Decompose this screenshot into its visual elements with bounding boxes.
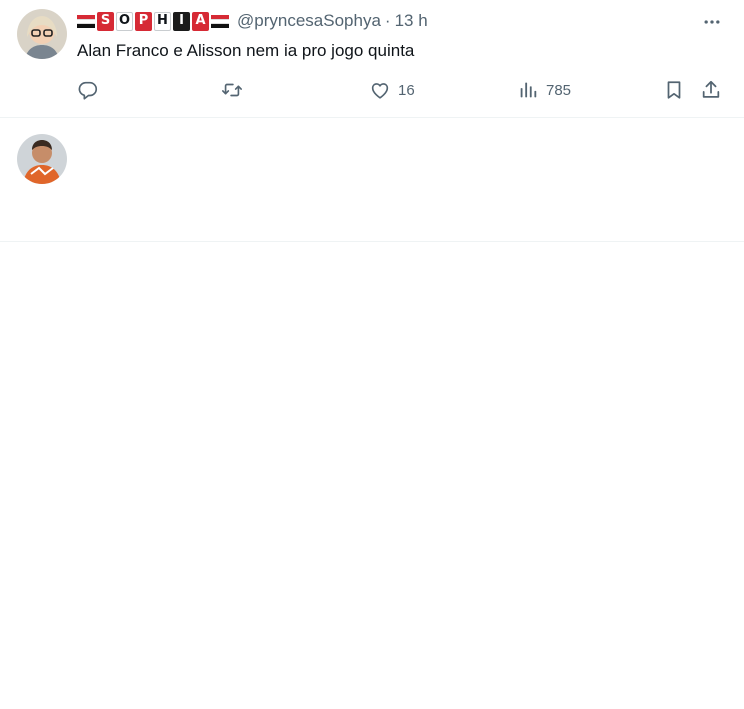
- tweet-header-row: [77, 252, 684, 274]
- views-count: 785: [546, 81, 572, 99]
- like-count: 16: [398, 81, 415, 99]
- reply-feed: S O P H I A @pryncesaSophya · 13 h Alan …: [0, 0, 744, 242]
- badge-letter: P: [135, 11, 152, 31]
- badge-letter: H: [154, 11, 171, 31]
- more-icon[interactable]: [701, 12, 723, 32]
- tweet-text: Alan Franco e Alisson nem ia pro jogo qu…: [77, 41, 415, 60]
- tweet-header: S O P H I A @pryncesaSophya · 13 h: [77, 10, 684, 32]
- separator-dot: ·: [384, 11, 391, 30]
- like-button[interactable]: 16: [369, 77, 415, 103]
- user-handle[interactable]: @pryncesaSophya: [237, 10, 381, 32]
- views-icon: [517, 79, 539, 101]
- flag-icon: [211, 15, 229, 28]
- retweet-icon: [221, 79, 243, 101]
- timestamp[interactable]: 13 h: [395, 10, 428, 32]
- tweet[interactable]: S O P H I A @pryncesaSophya · 13 h Alan …: [0, 0, 744, 118]
- reply-button[interactable]: [77, 77, 99, 103]
- badge-letter: I: [173, 11, 190, 31]
- badge-letter: S: [97, 11, 114, 31]
- views-button[interactable]: 785: [517, 77, 571, 103]
- share-button[interactable]: [700, 77, 722, 103]
- avatar[interactable]: [17, 134, 67, 184]
- name-badge[interactable]: S O P H I A: [77, 11, 229, 31]
- badge-letter: A: [192, 11, 209, 31]
- bookmark-icon: [663, 79, 685, 101]
- badge-letter: O: [116, 11, 133, 31]
- flag-icon: [77, 15, 95, 28]
- retweet-button[interactable]: [221, 77, 243, 103]
- bookmark-button[interactable]: [663, 77, 685, 103]
- share-icon: [700, 79, 722, 101]
- tweet[interactable]: [0, 118, 744, 242]
- reply-icon: [77, 79, 99, 101]
- heart-icon: [369, 79, 391, 101]
- avatar[interactable]: [17, 9, 67, 59]
- action-bar: 16 785: [77, 77, 724, 103]
